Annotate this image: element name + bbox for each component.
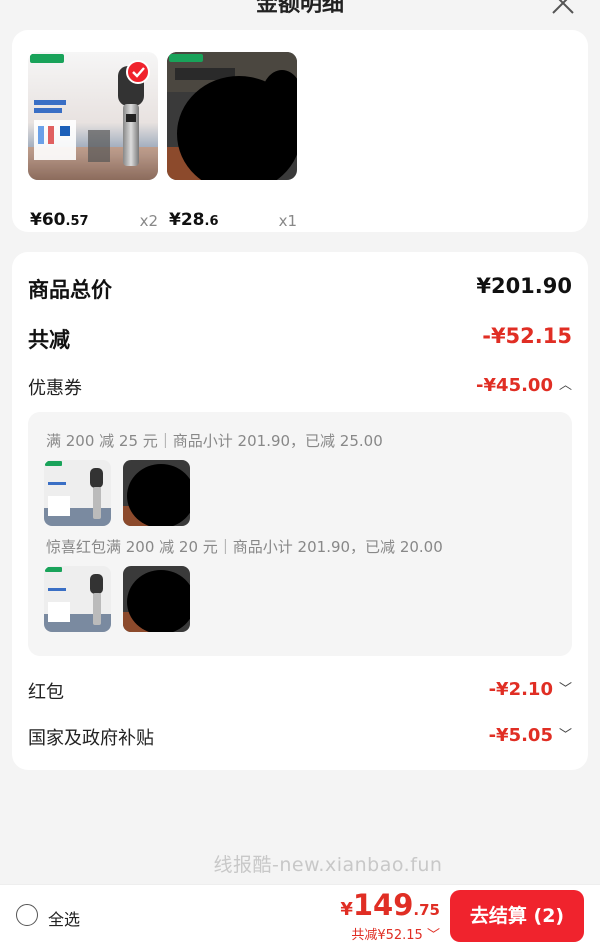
- goods-total-row: 商品总价 ¥201.90: [28, 274, 572, 306]
- header: 金额明细: [0, 0, 600, 28]
- coupon-product-image-speaker: [123, 460, 190, 526]
- close-icon[interactable]: [548, 0, 578, 18]
- product-quantity: x1: [278, 212, 297, 230]
- product-image-microphone[interactable]: [28, 52, 158, 180]
- checkout-button[interactable]: 去结算 (2): [450, 890, 584, 942]
- chevron-up-icon[interactable]: ︿: [559, 374, 572, 393]
- discount-row: 共减 -¥52.15: [28, 324, 572, 356]
- chevron-down-icon[interactable]: ﹀: [427, 928, 440, 943]
- coupon-detail-2: 惊喜红包满 200 减 20 元｜商品小计 201.90，已减 20.00: [46, 538, 443, 556]
- products-card: ¥60.57 x2 ¥28.6 x1: [12, 30, 588, 232]
- redpacket-label: 红包: [28, 682, 64, 703]
- chevron-down-icon[interactable]: ﹀: [559, 678, 572, 697]
- subsidy-row[interactable]: 国家及政府补贴 -¥5.05 ﹀: [28, 724, 572, 756]
- product-item-1[interactable]: ¥60.57 x2: [28, 52, 158, 230]
- selected-check-icon[interactable]: [126, 60, 150, 84]
- watermark: 线报酷-new.xianbao.fun: [213, 854, 443, 876]
- page-title: 金额明细: [255, 0, 344, 17]
- coupon-detail-box: 满 200 减 25 元｜商品小计 201.90，已减 25.00 惊喜红包满 …: [28, 412, 572, 656]
- product-quantity: x2: [139, 212, 158, 230]
- product-price: ¥60.57: [30, 210, 89, 230]
- select-all-label[interactable]: 全选: [48, 906, 80, 930]
- discount-label: 共减: [28, 328, 70, 352]
- product-price: ¥28.6: [169, 210, 219, 230]
- coupon-label: 优惠券: [28, 378, 82, 399]
- goods-total-value: ¥201.90: [476, 274, 572, 298]
- price-summary-card: 商品总价 ¥201.90 共减 -¥52.15 优惠券 -¥45.00 ︿ 满 2…: [12, 252, 588, 770]
- checkout-bar: 全选 ¥149.75 共减¥52.15 ﹀ 去结算 (2): [0, 884, 600, 943]
- subsidy-value[interactable]: -¥5.05 ﹀: [489, 724, 572, 746]
- total-price: ¥149.75 共减¥52.15 ﹀: [340, 888, 440, 943]
- goods-total-label: 商品总价: [28, 278, 112, 302]
- redpacket-row[interactable]: 红包 -¥2.10 ﹀: [28, 678, 572, 710]
- coupon-row[interactable]: 优惠券 -¥45.00 ︿: [28, 374, 572, 406]
- select-all-checkbox[interactable]: [16, 904, 38, 926]
- product-image-speaker[interactable]: [167, 52, 297, 180]
- chevron-down-icon[interactable]: ﹀: [559, 724, 572, 743]
- product-item-2[interactable]: ¥28.6 x1: [167, 52, 297, 230]
- coupon-product-image-microphone: [44, 566, 111, 632]
- coupon-product-image-microphone: [44, 460, 111, 526]
- coupon-detail-1: 满 200 减 25 元｜商品小计 201.90，已减 25.00: [46, 432, 383, 450]
- subsidy-label: 国家及政府补贴: [28, 728, 154, 749]
- redpacket-value[interactable]: -¥2.10 ﹀: [489, 678, 572, 700]
- coupon-product-image-speaker: [123, 566, 190, 632]
- total-saved[interactable]: 共减¥52.15 ﹀: [340, 928, 440, 943]
- discount-value: -¥52.15: [482, 324, 572, 348]
- coupon-value[interactable]: -¥45.00 ︿: [476, 374, 572, 396]
